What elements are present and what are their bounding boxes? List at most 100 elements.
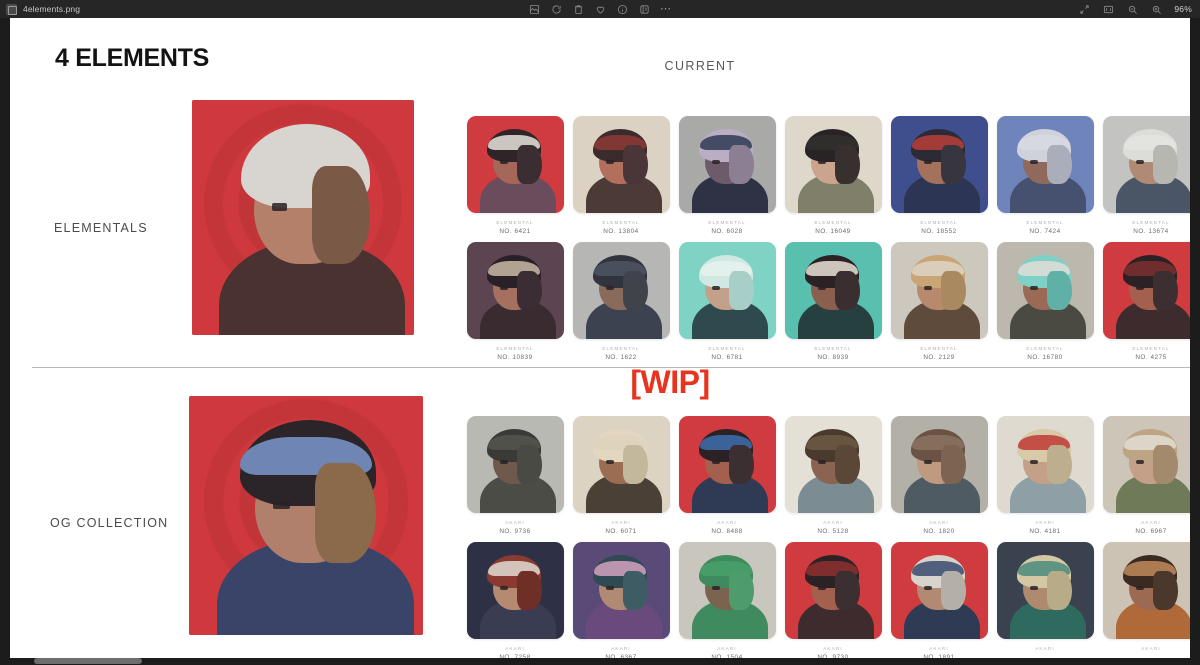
thumbnail-grid-elementals: ELEMENTAL NO. 6421 ELEMENTAL NO. 13804 ELEME… [462,116,1190,362]
thumbnail-cell[interactable]: ELEMENTAL NO. 1622 [568,242,674,362]
more-icon[interactable]: ⋯ [660,4,672,15]
thumbnail-cell[interactable]: ELEMENTAL NO. 10839 [462,242,568,362]
thumbnail-cell[interactable]: ELEMENTAL NO. 2129 [886,242,992,362]
character-portrait [467,242,564,339]
thumbnail-cell[interactable]: AKARI NO. 7258 [462,542,568,658]
thumbnail-cell[interactable]: ELEMENTAL NO. 6028 [674,116,780,236]
horizontal-scrollbar[interactable] [10,657,1200,665]
thumbnail-image[interactable] [678,416,776,513]
thumbnail-cell[interactable]: AKARI NO. 5128 [780,416,886,536]
zoom-level-label[interactable]: 96% [1174,4,1192,14]
thumbnail-number-label: NO. 13674 [1133,228,1169,235]
thumbnail-kind-label: ELEMENTAL [1132,346,1170,351]
thumbnail-cell[interactable]: ELEMENTAL NO. 7424 [992,116,1098,236]
character-portrait [1103,116,1190,213]
thumbnail-cell[interactable]: ELEMENTAL NO. 16780 [992,242,1098,362]
thumbnail-cell[interactable]: ELEMENTAL NO. 13674 [1098,116,1190,236]
thumbnail-cell[interactable]: AKARI NO. 6967 [1098,416,1190,536]
thumbnail-image[interactable] [678,242,776,339]
thumbnail-image[interactable] [996,242,1094,339]
thumbnail-number-label: NO. 6028 [711,228,743,235]
thumbnail-image[interactable] [572,542,670,639]
image-canvas[interactable]: 4 ELEMENTS CURRENT [WIP] ELEMENTALS ELEM… [10,18,1190,658]
info-icon[interactable] [616,3,629,16]
wip-badge: [WIP] [630,364,710,400]
thumbnail-image[interactable] [996,416,1094,513]
thumbnail-image[interactable] [572,416,670,513]
thumbnail-cell[interactable]: ELEMENTAL NO. 13804 [568,116,674,236]
thumbnail-kind-label: AKARI [611,646,631,651]
thumbnail-cell[interactable]: AKARI NO. 1820 [886,416,992,536]
image-file-icon [6,3,17,15]
thumbnail-image[interactable] [890,242,988,339]
thumbnail-cell[interactable]: AKARI NO. 6367 [568,542,674,658]
thumbnail-number-label: NO. 6781 [711,354,743,361]
thumbnail-image[interactable] [1102,116,1190,213]
thumbnail-image[interactable] [890,116,988,213]
thumbnail-cell[interactable]: AKARI NO. 4181 [992,416,1098,536]
thumbnail-image[interactable] [1102,542,1190,639]
character-portrait [785,116,882,213]
thumbnail-kind-label: ELEMENTAL [814,220,852,225]
share-icon[interactable] [638,3,651,16]
thumbnail-cell[interactable]: ELEMENTAL NO. 18552 [886,116,992,236]
thumbnail-image[interactable] [784,116,882,213]
thumbnail-image[interactable] [678,116,776,213]
markup-icon[interactable] [528,3,541,16]
character-portrait [467,416,564,513]
character-portrait [573,416,670,513]
thumbnail-image[interactable] [572,242,670,339]
thumbnail-cell[interactable]: ELEMENTAL NO. 6781 [674,242,780,362]
zoom-out-icon[interactable] [1126,3,1139,16]
thumbnail-cell[interactable]: AKARI NO. 6071 [568,416,674,536]
thumbnail-image[interactable] [784,242,882,339]
expand-icon[interactable] [1078,3,1091,16]
thumbnail-cell[interactable]: ELEMENTAL NO. 16049 [780,116,886,236]
hero-elementals[interactable] [192,100,414,335]
thumbnail-image[interactable] [466,242,564,339]
rotate-icon[interactable] [550,3,563,16]
thumbnail-cell[interactable]: ELEMENTAL NO. 4275 [1098,242,1190,362]
horizontal-scrollbar-thumb[interactable] [34,658,142,664]
thumbnail-image[interactable] [466,116,564,213]
character-portrait [891,542,988,639]
hero-og[interactable] [189,396,423,635]
character-portrait [891,116,988,213]
character-portrait [679,242,776,339]
thumbnail-cell[interactable]: AKARI NO. 1504 [674,542,780,658]
trash-icon[interactable] [572,3,585,16]
thumbnail-image[interactable] [996,116,1094,213]
character-portrait [785,416,882,513]
thumbnail-image[interactable] [466,416,564,513]
character-portrait [1103,416,1190,513]
thumbnail-cell[interactable]: AKARI NO. 8488 [674,416,780,536]
thumbnail-image[interactable] [678,542,776,639]
thumbnail-image[interactable] [466,542,564,639]
thumbnail-cell[interactable]: AKARI [1098,542,1190,658]
thumbnail-number-label: NO. 7424 [1029,228,1061,235]
thumbnail-cell[interactable]: ELEMENTAL NO. 8939 [780,242,886,362]
zoom-in-icon[interactable] [1150,3,1163,16]
thumbnail-image[interactable] [784,542,882,639]
thumbnail-image[interactable] [1102,416,1190,513]
section-label-elementals: ELEMENTALS [54,220,148,235]
thumbnail-cell[interactable]: AKARI NO. 1891 [886,542,992,658]
thumbnail-cell[interactable]: AKARI [992,542,1098,658]
thumbnail-image[interactable] [572,116,670,213]
thumbnail-image[interactable] [996,542,1094,639]
thumbnail-image[interactable] [1102,242,1190,339]
character-portrait [891,416,988,513]
thumbnail-kind-label: AKARI [1035,646,1055,651]
fit-screen-icon[interactable] [1102,3,1115,16]
thumbnail-cell[interactable]: AKARI NO. 9736 [462,416,568,536]
thumbnail-image[interactable] [890,416,988,513]
heart-icon[interactable] [594,3,607,16]
thumbnail-image[interactable] [784,416,882,513]
thumbnail-kind-label: ELEMENTAL [496,220,534,225]
character-portrait [997,242,1094,339]
thumbnail-cell[interactable]: AKARI NO. 9730 [780,542,886,658]
thumbnail-kind-label: AKARI [505,520,525,525]
thumbnail-number-label: NO. 1820 [923,528,955,535]
thumbnail-cell[interactable]: ELEMENTAL NO. 6421 [462,116,568,236]
thumbnail-image[interactable] [890,542,988,639]
